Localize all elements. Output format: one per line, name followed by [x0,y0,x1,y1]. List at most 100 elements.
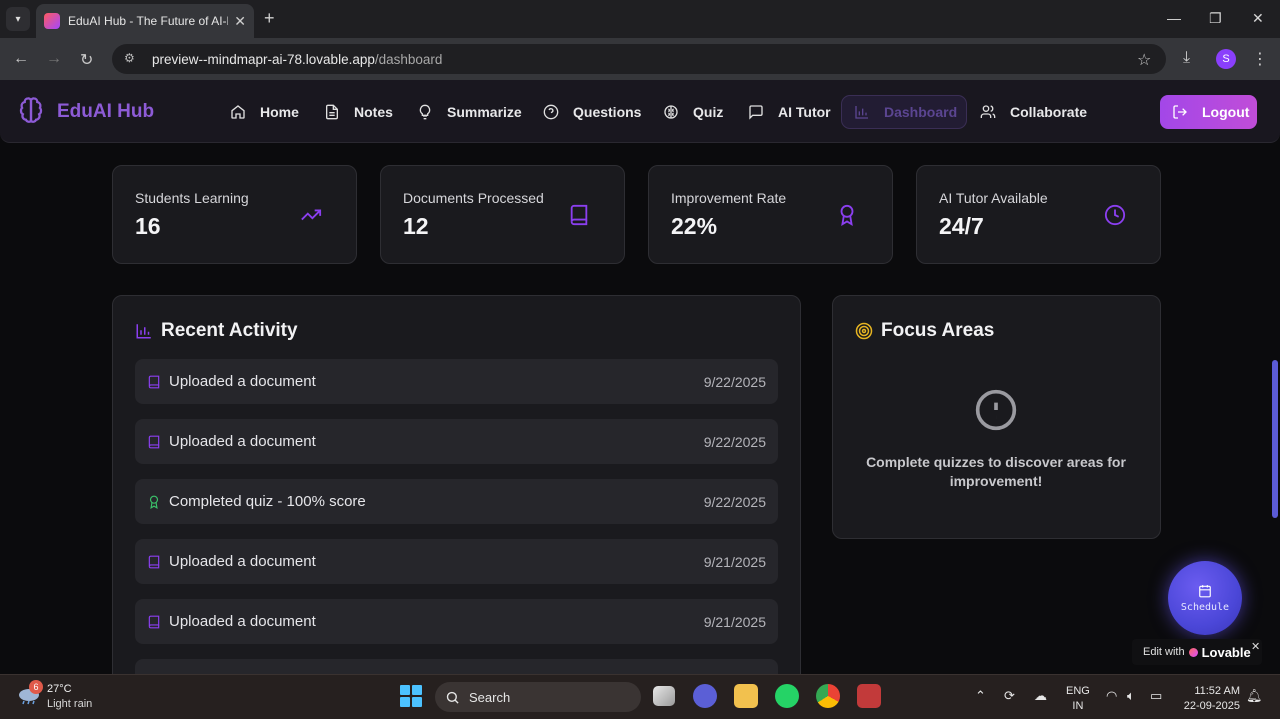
notification-bell-icon[interactable]: 🔔︎ [1246,688,1263,704]
close-tab-icon[interactable]: ✕ [234,13,246,30]
meet-video-icon[interactable] [693,684,717,708]
message-square-icon [749,105,763,120]
logout-label: Logout [1202,104,1250,120]
stat-card-students: Students Learning 16 [112,165,357,264]
logout-button[interactable]: Logout [1160,95,1257,129]
file-text-icon [326,104,338,120]
app-icon[interactable] [857,684,881,708]
edit-with-lovable-badge[interactable]: Edit with Lovable [1132,639,1262,665]
book-icon [148,555,160,568]
nav-dashboard[interactable]: Dashboard [841,95,967,129]
profile-avatar[interactable]: S [1216,49,1236,69]
lightbulb-icon [419,104,431,120]
activity-date: 9/21/2025 [703,553,766,570]
nav-summarize[interactable]: Summarize [417,101,522,123]
nav-notes-label: Notes [354,104,393,120]
whatsapp-icon[interactable] [775,684,799,708]
lang-code: ENG [1066,685,1090,697]
tray-overflow-icon[interactable]: ⌃ [975,688,986,704]
address-bar[interactable]: ⚙ preview--mindmapr-ai-78.lovable.app/da… [112,44,1166,74]
activity-text: Uploaded a document [169,373,316,390]
favicon-icon [44,13,60,29]
reload-icon[interactable]: ↻ [80,50,93,70]
schedule-label: Schedule [1180,601,1230,613]
browser-tab-active[interactable]: EduAI Hub - The Future of AI-P ✕ [36,4,254,38]
sync-icon[interactable]: ⟳ [1004,688,1015,704]
activity-date: 9/22/2025 [703,433,766,450]
download-icon[interactable]: ⤓ [1183,49,1190,67]
logout-icon [1173,105,1187,119]
recent-activity-title: Recent Activity [135,320,298,342]
brain-logo-icon [19,97,43,123]
focus-areas-empty-state: Complete quizzes to discover areas for i… [832,388,1160,491]
volume-icon[interactable]: 🔈︎ [1127,688,1135,704]
forward-icon[interactable]: → [46,50,62,68]
brain-icon [664,105,678,119]
clock-icon [1104,204,1126,226]
stat-card-documents: Documents Processed 12 [380,165,625,264]
nav-notes[interactable]: Notes [324,101,393,123]
cloud-icon[interactable]: ☁ [1034,688,1047,704]
close-badge-icon[interactable]: ✕ [1251,640,1260,653]
panel-title-text: Recent Activity [161,320,298,341]
empty-message: Complete quizzes to discover areas for i… [866,454,1126,489]
more-menu-icon[interactable]: ⋮ [1252,49,1268,69]
panel-title-text: Focus Areas [881,320,995,341]
search-icon [446,691,459,704]
stat-label: Documents Processed [403,190,544,206]
file-explorer-icon[interactable] [734,684,758,708]
stat-card-ai-tutor: AI Tutor Available 24/7 [916,165,1161,264]
activity-text: Uploaded a document [169,613,316,630]
task-view-icon[interactable] [653,686,675,706]
wifi-icon[interactable]: ◠ [1106,688,1117,704]
nav-summarize-label: Summarize [447,104,522,120]
activity-text: Completed quiz - 100% score [169,493,366,510]
page-scrollbar[interactable] [1272,360,1278,518]
nav-home[interactable]: Home [230,101,299,123]
activity-item: Completed quiz - 100% score 9/22/2025 [135,479,778,524]
url-host: preview--mindmapr-ai-78.lovable.app [152,51,375,67]
lovable-brand: Lovable [1201,644,1251,660]
stat-value: 22% [671,213,718,239]
back-icon[interactable]: ← [13,50,29,68]
nav-ai-tutor[interactable]: AI Tutor [748,101,831,123]
brand-name[interactable]: EduAI Hub [57,101,154,123]
windows-start-icon[interactable] [400,685,422,707]
maximize-icon[interactable]: ❐ [1209,10,1222,27]
nav-questions-label: Questions [573,104,642,120]
nav-ai-tutor-label: AI Tutor [778,104,831,120]
close-window-icon[interactable]: ✕ [1252,10,1264,27]
activity-date: 9/22/2025 [703,373,766,390]
language-indicator[interactable]: ENG IN [1066,684,1090,714]
tab-search-button[interactable]: ▾ [6,7,30,31]
system-clock[interactable]: 11:52 AM 22-09-2025 [1180,684,1240,714]
chrome-icon[interactable] [816,684,840,708]
lovable-prefix: Edit with [1143,646,1185,658]
chevron-down-icon: ▾ [15,13,21,25]
taskbar-search[interactable]: Search [435,682,641,712]
new-tab-button[interactable]: + [264,8,275,29]
nav-dashboard-label: Dashboard [884,104,958,120]
nav-questions[interactable]: Questions [543,101,641,123]
minimize-icon[interactable]: — [1167,10,1181,26]
battery-icon[interactable]: ▭ [1150,688,1162,704]
bookmark-star-icon[interactable]: ☆ [1137,50,1151,70]
site-settings-icon[interactable]: ⚙ [124,51,140,67]
activity-item-partial [135,659,778,674]
activity-item: Uploaded a document 9/21/2025 [135,539,778,584]
target-icon [855,322,873,340]
lang-region: IN [1072,700,1084,712]
schedule-button[interactable]: Schedule [1168,561,1242,635]
nav-quiz[interactable]: Quiz [663,101,723,123]
nav-collaborate[interactable]: Collaborate [980,101,1087,123]
award-icon [840,204,854,226]
nav-home-label: Home [260,104,299,120]
bar-chart-icon [855,106,868,119]
nav-collaborate-label: Collaborate [1010,104,1088,120]
book-icon [148,435,160,448]
activity-item: Uploaded a document 9/21/2025 [135,599,778,644]
stat-label: Improvement Rate [671,190,787,206]
tab-title: EduAI Hub - The Future of AI-P [68,14,228,28]
url-path: /dashboard [374,51,443,67]
weather-badge: 6 [29,680,43,694]
